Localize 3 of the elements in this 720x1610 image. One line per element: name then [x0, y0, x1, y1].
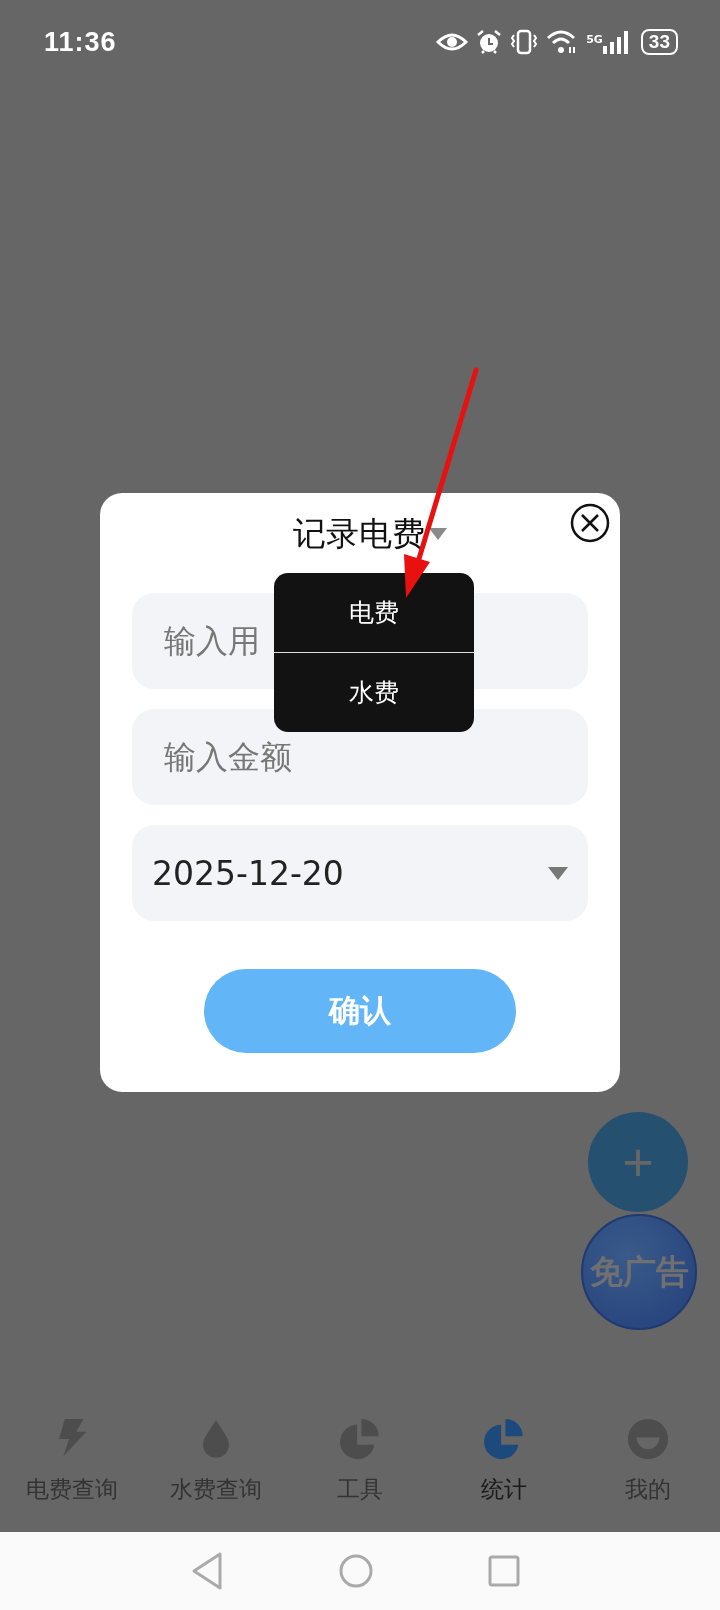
network-type: 5G: [586, 33, 603, 46]
battery-indicator: 33: [640, 29, 678, 55]
status-time: 11:36: [44, 26, 117, 58]
